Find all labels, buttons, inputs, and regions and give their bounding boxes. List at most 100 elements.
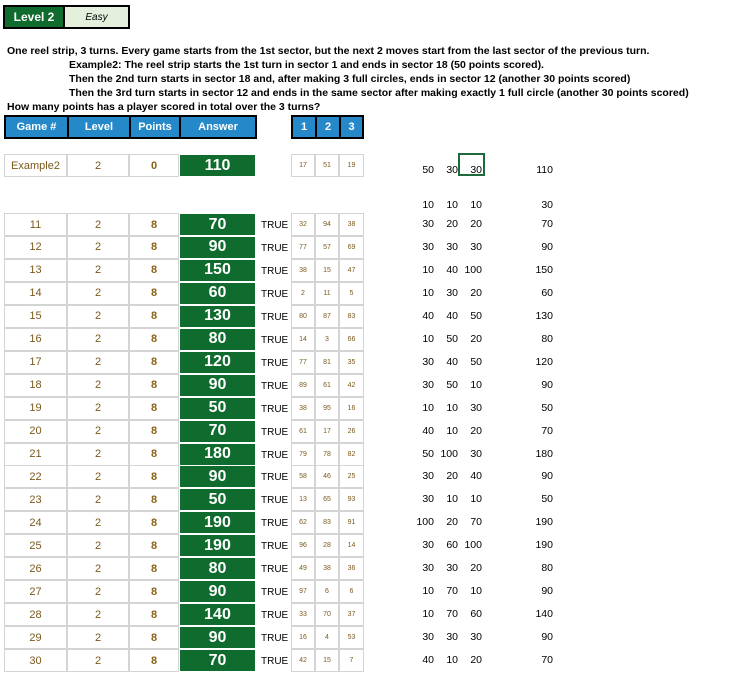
sector-2-cell[interactable]: 94 — [315, 213, 339, 236]
level-cell[interactable]: 2 — [67, 603, 129, 627]
points-cell[interactable]: 8 — [129, 442, 179, 466]
sector-1-cell[interactable]: 42 — [291, 649, 315, 672]
sector-2-cell[interactable]: 46 — [315, 465, 339, 489]
check-cell[interactable]: TRUE — [261, 564, 288, 575]
game-cell[interactable]: 27 — [4, 580, 67, 604]
level-cell[interactable]: 2 — [67, 304, 129, 328]
answer-cell[interactable]: 180 — [179, 442, 256, 466]
sector-3-cell[interactable]: 25 — [339, 465, 364, 489]
game-cell[interactable]: 29 — [4, 626, 67, 650]
level-cell[interactable]: 2 — [67, 442, 129, 466]
check-cell[interactable]: TRUE — [261, 587, 288, 598]
sector-1-cell[interactable]: 58 — [291, 465, 315, 489]
sector-2-cell[interactable]: 28 — [315, 534, 339, 558]
game-cell[interactable]: 18 — [4, 373, 67, 397]
sector-1-cell[interactable]: 97 — [291, 580, 315, 604]
points-cell[interactable]: 8 — [129, 649, 179, 672]
sector-1-cell[interactable]: 96 — [291, 534, 315, 558]
check-cell[interactable]: TRUE — [261, 289, 288, 300]
points-cell[interactable]: 8 — [129, 396, 179, 420]
sector-1-cell[interactable]: 38 — [291, 396, 315, 420]
example-sector-2[interactable]: 51 — [315, 154, 339, 177]
answer-cell[interactable]: 90 — [179, 373, 256, 397]
example-sector-1[interactable]: 17 — [291, 154, 315, 177]
sector-3-cell[interactable]: 53 — [339, 626, 364, 650]
check-cell[interactable]: TRUE — [261, 633, 288, 644]
sector-1-cell[interactable]: 79 — [291, 442, 315, 466]
answer-cell[interactable]: 140 — [179, 603, 256, 627]
points-cell[interactable]: 8 — [129, 373, 179, 397]
sector-3-cell[interactable]: 37 — [339, 603, 364, 627]
check-cell[interactable]: TRUE — [261, 518, 288, 529]
sector-2-cell[interactable]: 17 — [315, 419, 339, 443]
check-cell[interactable]: TRUE — [261, 427, 288, 438]
sector-2-cell[interactable]: 15 — [315, 649, 339, 672]
points-cell[interactable]: 8 — [129, 213, 179, 236]
sector-3-cell[interactable]: 93 — [339, 488, 364, 512]
points-cell[interactable]: 8 — [129, 626, 179, 650]
sector-3-cell[interactable]: 6 — [339, 580, 364, 604]
points-cell[interactable]: 8 — [129, 534, 179, 558]
answer-cell[interactable]: 70 — [179, 213, 256, 236]
sector-2-cell[interactable]: 4 — [315, 626, 339, 650]
game-cell[interactable]: 14 — [4, 281, 67, 305]
answer-cell[interactable]: 190 — [179, 511, 256, 535]
sector-2-cell[interactable]: 95 — [315, 396, 339, 420]
answer-cell[interactable]: 50 — [179, 396, 256, 420]
points-cell[interactable]: 8 — [129, 580, 179, 604]
answer-cell[interactable]: 70 — [179, 649, 256, 672]
check-cell[interactable]: TRUE — [261, 610, 288, 621]
sector-1-cell[interactable]: 16 — [291, 626, 315, 650]
game-cell[interactable]: 21 — [4, 442, 67, 466]
points-cell[interactable]: 8 — [129, 419, 179, 443]
sector-1-cell[interactable]: 77 — [291, 235, 315, 259]
sector-1-cell[interactable]: 33 — [291, 603, 315, 627]
level-cell[interactable]: 2 — [67, 235, 129, 259]
points-cell[interactable]: 8 — [129, 235, 179, 259]
sector-3-cell[interactable]: 7 — [339, 649, 364, 672]
level-cell[interactable]: 2 — [67, 373, 129, 397]
points-cell[interactable]: 8 — [129, 603, 179, 627]
game-cell[interactable]: 13 — [4, 258, 67, 282]
answer-cell[interactable]: 90 — [179, 235, 256, 259]
check-cell[interactable]: TRUE — [261, 381, 288, 392]
game-cell[interactable]: 20 — [4, 419, 67, 443]
example-answer-cell[interactable]: 110 — [179, 154, 256, 177]
answer-cell[interactable]: 120 — [179, 350, 256, 374]
sector-3-cell[interactable]: 83 — [339, 304, 364, 328]
game-cell[interactable]: 15 — [4, 304, 67, 328]
sector-3-cell[interactable]: 66 — [339, 327, 364, 351]
sector-1-cell[interactable]: 49 — [291, 557, 315, 581]
level-cell[interactable]: 2 — [67, 626, 129, 650]
points-cell[interactable]: 8 — [129, 327, 179, 351]
game-cell[interactable]: 25 — [4, 534, 67, 558]
sector-3-cell[interactable]: 91 — [339, 511, 364, 535]
sector-3-cell[interactable]: 35 — [339, 350, 364, 374]
game-cell[interactable]: 22 — [4, 465, 67, 489]
sector-1-cell[interactable]: 14 — [291, 327, 315, 351]
level-cell[interactable]: 2 — [67, 396, 129, 420]
answer-cell[interactable]: 80 — [179, 557, 256, 581]
sector-2-cell[interactable]: 11 — [315, 281, 339, 305]
game-cell[interactable]: 28 — [4, 603, 67, 627]
sector-2-cell[interactable]: 61 — [315, 373, 339, 397]
sector-3-cell[interactable]: 38 — [339, 213, 364, 236]
sector-2-cell[interactable]: 38 — [315, 557, 339, 581]
level-cell[interactable]: 2 — [67, 281, 129, 305]
answer-cell[interactable]: 130 — [179, 304, 256, 328]
sector-2-cell[interactable]: 78 — [315, 442, 339, 466]
points-cell[interactable]: 8 — [129, 557, 179, 581]
answer-cell[interactable]: 50 — [179, 488, 256, 512]
game-cell[interactable]: 19 — [4, 396, 67, 420]
answer-cell[interactable]: 60 — [179, 281, 256, 305]
sector-1-cell[interactable]: 77 — [291, 350, 315, 374]
points-cell[interactable]: 8 — [129, 258, 179, 282]
sector-3-cell[interactable]: 14 — [339, 534, 364, 558]
sector-1-cell[interactable]: 89 — [291, 373, 315, 397]
sector-1-cell[interactable]: 80 — [291, 304, 315, 328]
points-cell[interactable]: 8 — [129, 350, 179, 374]
example-sector-3[interactable]: 19 — [339, 154, 364, 177]
check-cell[interactable]: TRUE — [261, 450, 288, 461]
check-cell[interactable]: TRUE — [261, 656, 288, 667]
game-cell[interactable]: 12 — [4, 235, 67, 259]
